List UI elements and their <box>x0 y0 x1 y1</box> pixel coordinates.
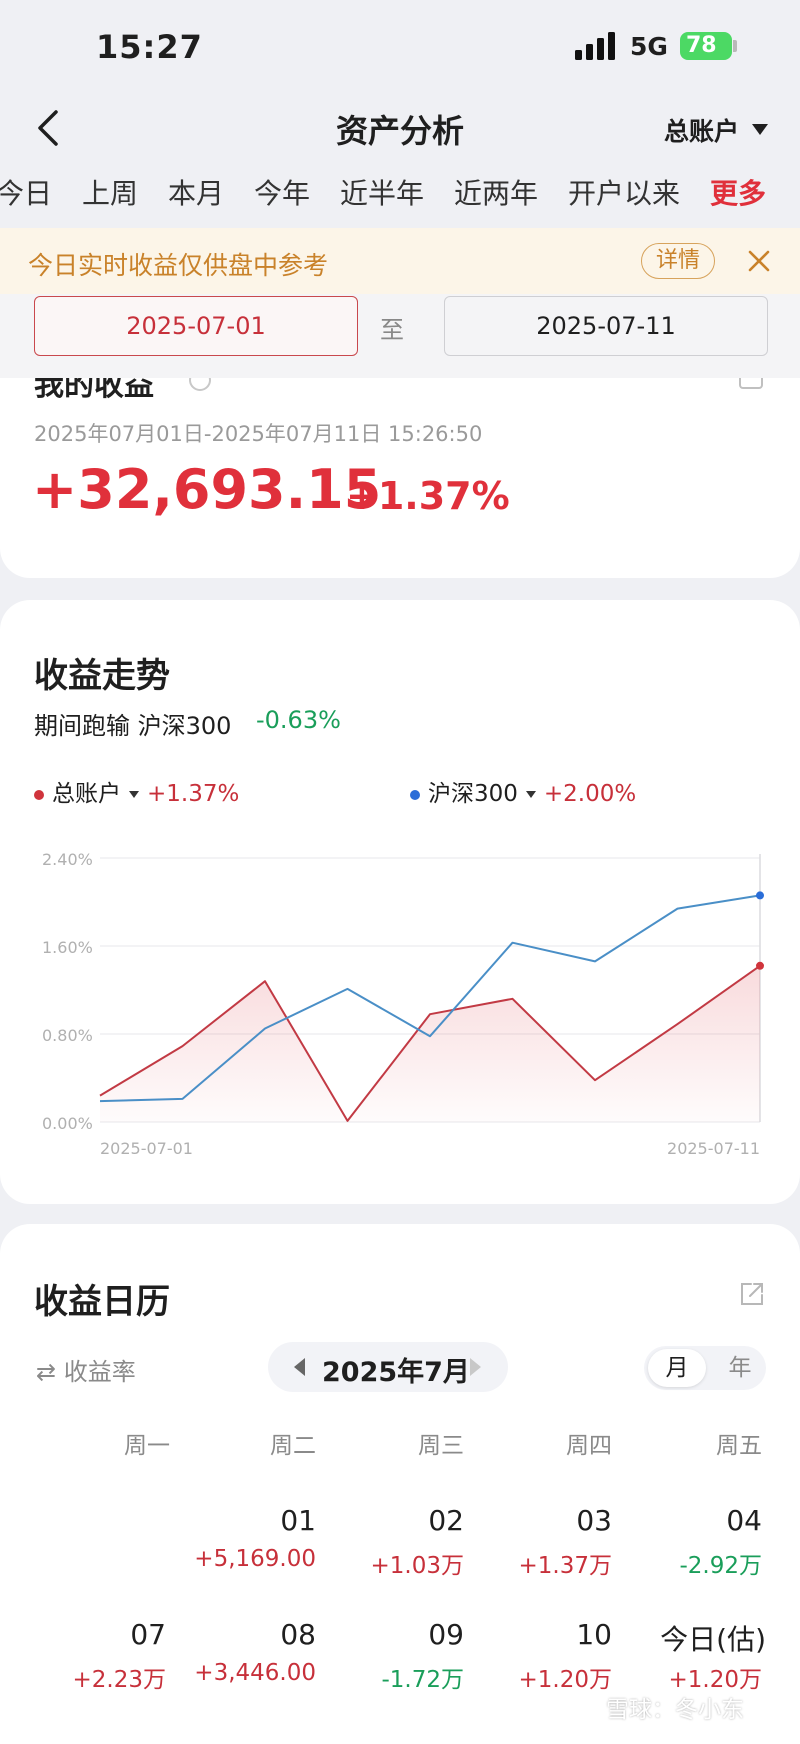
caret-down-icon <box>525 791 536 798</box>
weekday-thu: 周四 <box>566 1433 612 1459</box>
y-tick-label: 0.00% <box>42 1114 93 1133</box>
calendar-day[interactable]: 03 <box>482 1504 612 1537</box>
y-tick-label: 1.60% <box>42 938 93 957</box>
next-month-icon[interactable] <box>470 1358 481 1376</box>
tab-this-month[interactable]: 本月 <box>168 172 224 212</box>
view-month-button[interactable]: 月 <box>648 1349 706 1387</box>
legend-dot-blue <box>410 789 420 800</box>
detail-button[interactable]: 详情 <box>641 243 715 279</box>
notice-text: 今日实时收益仅供盘中参考 <box>28 251 329 280</box>
end-date-field[interactable]: 2025-07-11 <box>444 296 768 356</box>
calendar-day-value: +5,169.00 <box>194 1546 316 1572</box>
lag-value: -0.63% <box>256 706 341 734</box>
tab-last-week[interactable]: 上周 <box>82 172 138 212</box>
x-tick-label: 2025-07-01 <box>100 1139 193 1158</box>
legend-account-name: 总账户 <box>52 781 121 807</box>
y-tick-label: 2.40% <box>42 850 93 869</box>
calendar-day-value: +1.37万 <box>518 1553 612 1579</box>
y-tick-label: 0.80% <box>42 1026 93 1045</box>
legend-account-value: +1.37% <box>147 781 240 807</box>
rate-toggle[interactable]: ⇄ 收益率 <box>36 1352 136 1387</box>
battery-level: 78 <box>686 33 717 58</box>
summary-date-range: 2025年07月01日-2025年07月11日 15:26:50 <box>34 422 483 446</box>
weekday-tue: 周二 <box>270 1433 316 1459</box>
calendar-day[interactable]: 04 <box>632 1504 762 1537</box>
start-date-field[interactable]: 2025-07-01 <box>34 296 358 356</box>
series-endpoint-account <box>756 961 764 970</box>
calendar-day-value: +1.03万 <box>370 1553 464 1579</box>
signal-icon <box>575 32 615 60</box>
caret-down-icon <box>129 791 139 798</box>
calendar-day-today[interactable]: 今日(估) <box>632 1618 766 1658</box>
date-separator: 至 <box>380 316 404 344</box>
calendar-day-value: +1.20万 <box>668 1667 762 1693</box>
total-rate: +1.37% <box>346 474 510 518</box>
calendar-day-value: +2.23万 <box>72 1667 166 1693</box>
calendar-day-value: -1.72万 <box>381 1667 464 1693</box>
weekday-mon: 周一 <box>124 1433 170 1459</box>
weekday-fri: 周五 <box>716 1433 762 1459</box>
calendar-day[interactable]: 10 <box>482 1618 612 1651</box>
calendar-day-value: +3,446.00 <box>194 1660 316 1686</box>
trend-title: 收益走势 <box>34 656 170 696</box>
month-label[interactable]: 2025年7月 <box>322 1350 470 1389</box>
calendar-day[interactable]: 08 <box>186 1618 316 1651</box>
battery-icon: 78 <box>680 32 732 60</box>
legend-benchmark-name: 沪深300 <box>428 781 518 807</box>
view-year-button[interactable]: 年 <box>720 1349 760 1387</box>
calendar-day[interactable]: 02 <box>334 1504 464 1537</box>
caret-down-icon[interactable] <box>752 124 768 135</box>
network-label: 5G <box>630 32 668 61</box>
calendar-day[interactable]: 01 <box>186 1504 316 1537</box>
share-icon[interactable] <box>738 1280 766 1308</box>
series-area-account <box>100 965 760 1122</box>
watermark: 雪球：冬小东 <box>606 1697 744 1723</box>
prev-month-icon[interactable] <box>294 1358 305 1376</box>
x-tick-label: 2025-07-11 <box>667 1139 760 1158</box>
close-icon[interactable] <box>746 248 772 274</box>
calendar-title: 收益日历 <box>34 1282 170 1322</box>
calendar-day[interactable]: 07 <box>36 1618 166 1651</box>
status-time: 15:27 <box>96 28 203 66</box>
legend-account[interactable]: 总账户 +1.37% <box>34 774 239 808</box>
calendar-day[interactable]: 09 <box>334 1618 464 1651</box>
calendar-day-value: -2.92万 <box>679 1553 762 1579</box>
total-profit: +32,693.15 <box>32 458 382 521</box>
tab-since-open[interactable]: 开户以来 <box>568 172 680 212</box>
legend-dot-red <box>34 789 44 800</box>
trend-chart: 2.40% 1.60% 0.80% 0.00% 2025-07-01 2025-07-11 <box>42 850 764 1158</box>
series-endpoint-benchmark <box>756 891 764 900</box>
tab-today[interactable]: 今日 <box>0 172 52 212</box>
legend-benchmark[interactable]: 沪深300 +2.00% <box>410 774 636 808</box>
weekday-wed: 周三 <box>418 1433 464 1459</box>
lag-label: 期间跑输 沪深300 <box>34 712 232 740</box>
tab-more[interactable]: 更多 <box>710 172 766 212</box>
calendar-day-value: +1.20万 <box>518 1667 612 1693</box>
tab-this-year[interactable]: 今年 <box>254 172 310 212</box>
tab-half-year[interactable]: 近半年 <box>340 172 424 212</box>
tab-two-years[interactable]: 近两年 <box>454 172 538 212</box>
legend-benchmark-value: +2.00% <box>543 781 637 807</box>
battery-tip <box>733 40 737 52</box>
account-selector[interactable]: 总账户 <box>664 112 739 148</box>
